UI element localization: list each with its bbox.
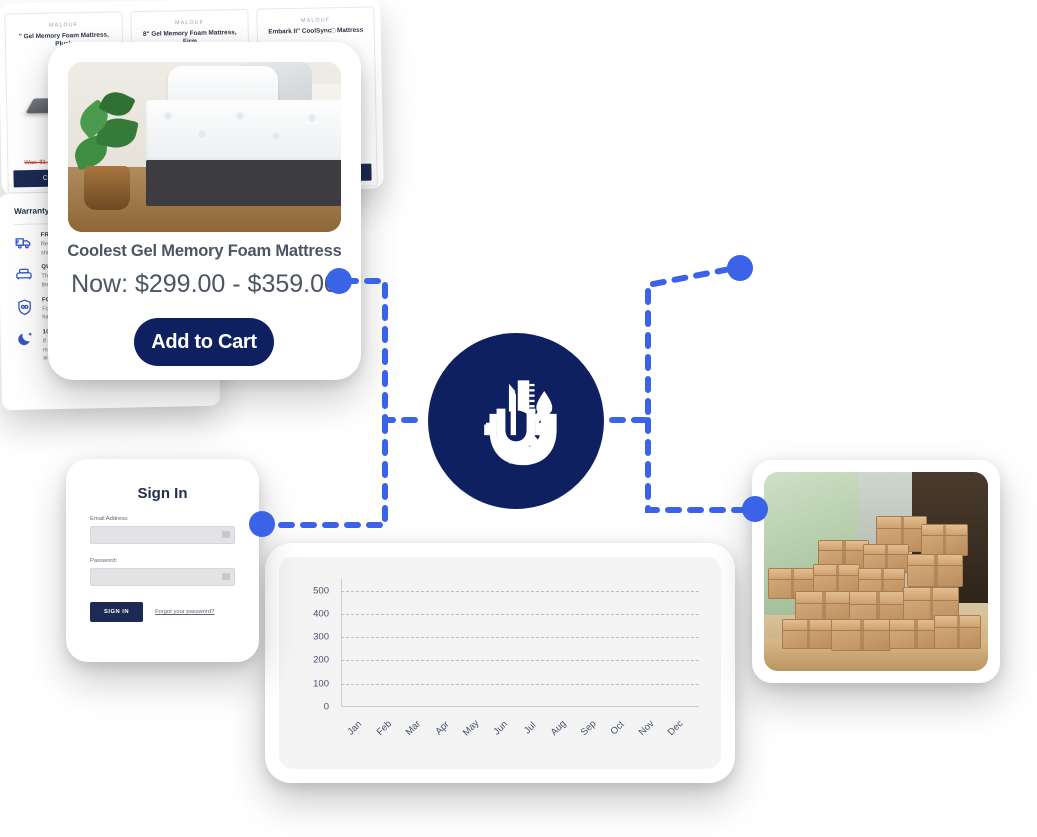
- shipping-truck-icon: [15, 233, 33, 259]
- autofill-icon: [222, 573, 230, 580]
- bar-series: [341, 579, 699, 707]
- chart-plot-area: 0 100 200 300 400 500: [313, 579, 699, 713]
- wire-logo-to-boxes: [645, 417, 755, 513]
- logo-glyph: [484, 380, 557, 466]
- wire-logo-to-warranty: [609, 265, 738, 423]
- moon-star-icon: [17, 330, 35, 364]
- bar-column: [582, 579, 611, 707]
- y-tick-label: 200: [313, 654, 329, 666]
- x-tick-label: Apr: [433, 719, 452, 738]
- x-tick-label: Jan: [345, 718, 365, 738]
- bar-column: [407, 579, 436, 707]
- x-tick-label: Nov: [636, 718, 657, 739]
- add-to-cart-button[interactable]: Add to Cart: [134, 318, 274, 366]
- bar-column: [612, 579, 641, 707]
- y-tick-label: 300: [313, 631, 329, 643]
- x-tick: Jan: [345, 709, 378, 755]
- shipping-boxes-image: [764, 472, 988, 671]
- product-brand: MALOUF: [174, 19, 205, 27]
- plant-decoration: [70, 80, 144, 210]
- x-tick-label: Dec: [665, 718, 686, 739]
- bar-column: [466, 579, 495, 707]
- wire-logo-to-signin: [265, 417, 388, 528]
- y-tick-label: 0: [323, 701, 329, 713]
- x-tick: May: [461, 709, 495, 755]
- x-tick-label: Jul: [521, 719, 538, 737]
- bar-column: [495, 579, 524, 707]
- connector-dot-signin: [249, 511, 275, 537]
- x-tick: Sep: [578, 709, 611, 755]
- shield-infinity-icon: [16, 297, 34, 323]
- y-tick-label: 500: [313, 585, 329, 597]
- bar-column: [670, 579, 699, 707]
- product-brand: MALOUF: [300, 17, 331, 24]
- email-field[interactable]: [90, 526, 235, 544]
- x-tick: Nov: [637, 709, 670, 755]
- sign-in-card: Sign In Email Address: Password: SIGN IN…: [66, 459, 259, 662]
- product-title: Coolest Gel Memory Foam Mattress: [67, 242, 342, 260]
- bar-column: [641, 579, 670, 707]
- connector-dot-hero: [326, 268, 352, 294]
- password-label: Password:: [90, 558, 118, 564]
- x-tick: Feb: [374, 709, 407, 755]
- shipping-boxes-card: [752, 460, 1000, 683]
- x-tick: Jul: [521, 709, 553, 755]
- connector-dot-warranty: [727, 255, 753, 281]
- connector-dot-boxes: [742, 496, 768, 522]
- y-tick-label: 400: [313, 608, 329, 620]
- x-tick-label: Aug: [549, 718, 569, 739]
- canvas: Coolest Gel Memory Foam Mattress Now: $2…: [0, 0, 1037, 837]
- autofill-icon: [222, 531, 230, 538]
- x-tick-label: Jun: [491, 718, 510, 738]
- x-tick-label: May: [461, 717, 482, 739]
- email-label: Email Address:: [90, 516, 129, 522]
- bar-column: [437, 579, 466, 707]
- forgot-password-link[interactable]: Forgot your password?: [155, 609, 214, 615]
- bed-setup-icon: [15, 265, 33, 291]
- bar-column: [378, 579, 407, 707]
- gear-pencil-ruler-brush-logo: [428, 333, 604, 509]
- sign-in-title: Sign In: [137, 485, 188, 502]
- product-hero-card: Coolest Gel Memory Foam Mattress Now: $2…: [48, 42, 361, 380]
- password-field[interactable]: [90, 568, 235, 586]
- x-tick-label: Sep: [578, 718, 598, 739]
- x-axis-labels: Jan Feb Mar Apr May Jun Jul Aug Sep Oct Nov Dec: [341, 709, 699, 755]
- x-tick: Jun: [491, 709, 524, 755]
- bar-column: [349, 579, 378, 707]
- x-tick: Dec: [666, 709, 699, 755]
- y-tick-label: 100: [313, 678, 329, 690]
- x-tick: Mar: [403, 709, 436, 755]
- x-tick-label: Mar: [403, 718, 423, 738]
- x-tick: Aug: [549, 709, 582, 755]
- bar-column: [524, 579, 553, 707]
- x-tick-label: Feb: [374, 718, 394, 738]
- product-hero-image: [68, 62, 341, 232]
- analytics-chart-card: 0 100 200 300 400 500 Jan Feb Mar Apr May Jun Jul Au…: [265, 543, 735, 783]
- bar-column: [553, 579, 582, 707]
- sign-in-button[interactable]: SIGN IN: [90, 602, 144, 622]
- x-tick-label: Oct: [608, 719, 627, 738]
- y-axis: 0 100 200 300 400 500: [295, 579, 335, 712]
- product-price: Now: $299.00 - $359.00: [71, 270, 338, 298]
- x-tick: Oct: [608, 709, 641, 755]
- product-brand: MALOUF: [49, 22, 79, 29]
